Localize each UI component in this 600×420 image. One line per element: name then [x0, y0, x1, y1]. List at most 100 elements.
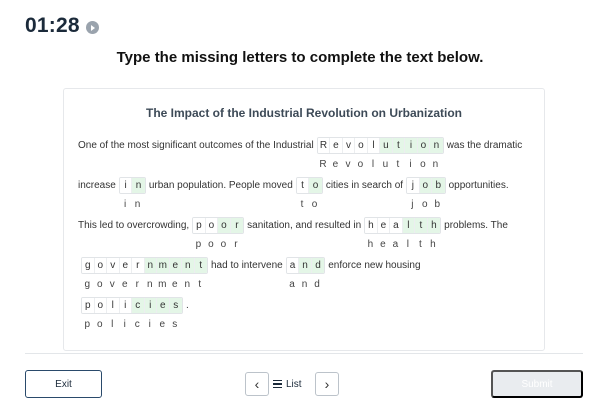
answer-letter: o: [422, 199, 428, 210]
passage-line: g o v e r n m e n t g o v e r n m e n t had to intervene a n d a…: [78, 257, 538, 297]
letter-input[interactable]: t: [194, 258, 207, 273]
instruction-text: Type the missing letters to complete the…: [116, 49, 484, 66]
letter-boxes: government: [81, 257, 208, 274]
answer-letter: t: [300, 199, 304, 210]
passage-text: sanitation, and resulted in: [247, 220, 362, 231]
footer-divider: [25, 353, 583, 354]
letter-input[interactable]: n: [299, 258, 312, 273]
letter-input[interactable]: c: [132, 298, 145, 313]
answer-letter: o: [420, 159, 426, 170]
letter-input[interactable]: n: [430, 138, 443, 153]
answer-letter: t: [419, 239, 422, 250]
answer-letter: n: [301, 279, 308, 290]
answer-letter: r: [135, 279, 139, 290]
answer-letter: m: [158, 279, 167, 290]
letter-input[interactable]: n: [182, 258, 195, 273]
letter-given: R: [317, 138, 331, 153]
letter-given: t: [296, 178, 310, 193]
answer-letter: h: [430, 239, 436, 250]
answer-text: job: [406, 199, 446, 210]
letter-given: i: [119, 298, 132, 313]
answer-letter: e: [159, 319, 166, 330]
answer-letter: n: [146, 279, 153, 290]
letter-input[interactable]: d: [311, 258, 325, 273]
letter-given: o: [355, 138, 368, 153]
answer-letter: c: [134, 319, 140, 330]
letter-input[interactable]: l: [402, 218, 416, 233]
letter-input[interactable]: m: [157, 258, 170, 273]
submit-button[interactable]: Submit: [491, 370, 583, 398]
letter-input[interactable]: b: [432, 178, 445, 193]
letter-input[interactable]: h: [427, 218, 441, 233]
list-button[interactable]: List: [273, 372, 302, 396]
word-blank: andand: [285, 257, 326, 290]
answer-letter: a: [392, 239, 399, 250]
passage-title: The Impact of the Industrial Revolution …: [145, 106, 462, 120]
letter-input[interactable]: e: [157, 298, 170, 313]
answer-letter: g: [84, 279, 91, 290]
answer-word: health: [364, 239, 439, 250]
letter-input[interactable]: o: [218, 218, 231, 233]
passage-text: .: [186, 300, 189, 311]
timer-value: 01:28: [25, 14, 80, 37]
answer-letter: o: [208, 239, 214, 250]
answer-text: government: [81, 279, 208, 290]
word-blank: in in: [118, 177, 146, 210]
answer-text: in: [119, 199, 146, 210]
letter-given: o: [94, 258, 107, 273]
letter-input[interactable]: r: [230, 218, 244, 233]
timer: 01:28: [25, 14, 99, 38]
passage-text: This led to overcrowding,: [78, 220, 190, 231]
letter-input[interactable]: o: [417, 138, 431, 153]
answer-text: to: [296, 199, 323, 210]
passage-text: opportunities.: [448, 180, 509, 191]
play-circle-icon[interactable]: [85, 21, 99, 34]
passage-text: urban population. People moved: [148, 180, 293, 191]
previous-button[interactable]: ‹: [245, 372, 269, 396]
passage-text: cities in search of: [325, 180, 404, 191]
letter-given: a: [390, 218, 403, 233]
answer-letter: v: [109, 279, 115, 290]
letter-input[interactable]: n: [132, 178, 145, 193]
letter-boxes: Revolution: [316, 137, 444, 154]
chevron-right-icon: ›: [324, 376, 330, 392]
word-blank: policiespolicies: [81, 297, 183, 330]
letter-input[interactable]: n: [144, 258, 157, 273]
letter-input[interactable]: i: [405, 138, 418, 153]
letter-input[interactable]: o: [309, 178, 322, 193]
answer-text: Revolution: [317, 159, 444, 170]
passage-line: policiespolicies.: [78, 297, 538, 337]
letter-given: g: [82, 258, 95, 273]
next-button[interactable]: ›: [315, 372, 339, 396]
letter-boxes: to: [295, 177, 323, 194]
letter-boxes: health: [364, 217, 442, 234]
answer-letter: e: [380, 239, 386, 250]
passage-body: One of the most significant outcomes of …: [78, 137, 538, 337]
answer-text: and: [286, 279, 326, 290]
answer-letter: h: [367, 239, 374, 250]
letter-input[interactable]: u: [380, 138, 393, 153]
word-blank: governmentgovernment: [81, 257, 208, 290]
answer-letter: e: [171, 279, 178, 290]
letter-input[interactable]: s: [169, 298, 182, 313]
answer-letter: a: [289, 279, 295, 290]
chevron-left-icon: ‹: [254, 376, 260, 392]
letter-input[interactable]: e: [169, 258, 182, 273]
passage-text: increase: [78, 180, 116, 191]
answer-letter: n: [134, 199, 141, 210]
letter-input[interactable]: t: [392, 138, 406, 153]
letter-given: l: [367, 138, 381, 153]
word-blank: healthhealth: [364, 217, 442, 250]
exit-button[interactable]: Exit: [25, 370, 102, 398]
answer-word: poor: [192, 239, 242, 250]
letter-input[interactable]: i: [144, 298, 157, 313]
letter-given: p: [82, 298, 95, 313]
letter-given: v: [107, 258, 120, 273]
answer-letter: l: [406, 239, 409, 250]
letter-input[interactable]: o: [419, 178, 433, 193]
letter-boxes: in: [118, 177, 146, 194]
letter-given: a: [286, 258, 300, 273]
answer-letter: t: [198, 279, 202, 290]
passage-line: One of the most significant outcomes of …: [78, 137, 538, 177]
letter-input[interactable]: t: [415, 218, 428, 233]
